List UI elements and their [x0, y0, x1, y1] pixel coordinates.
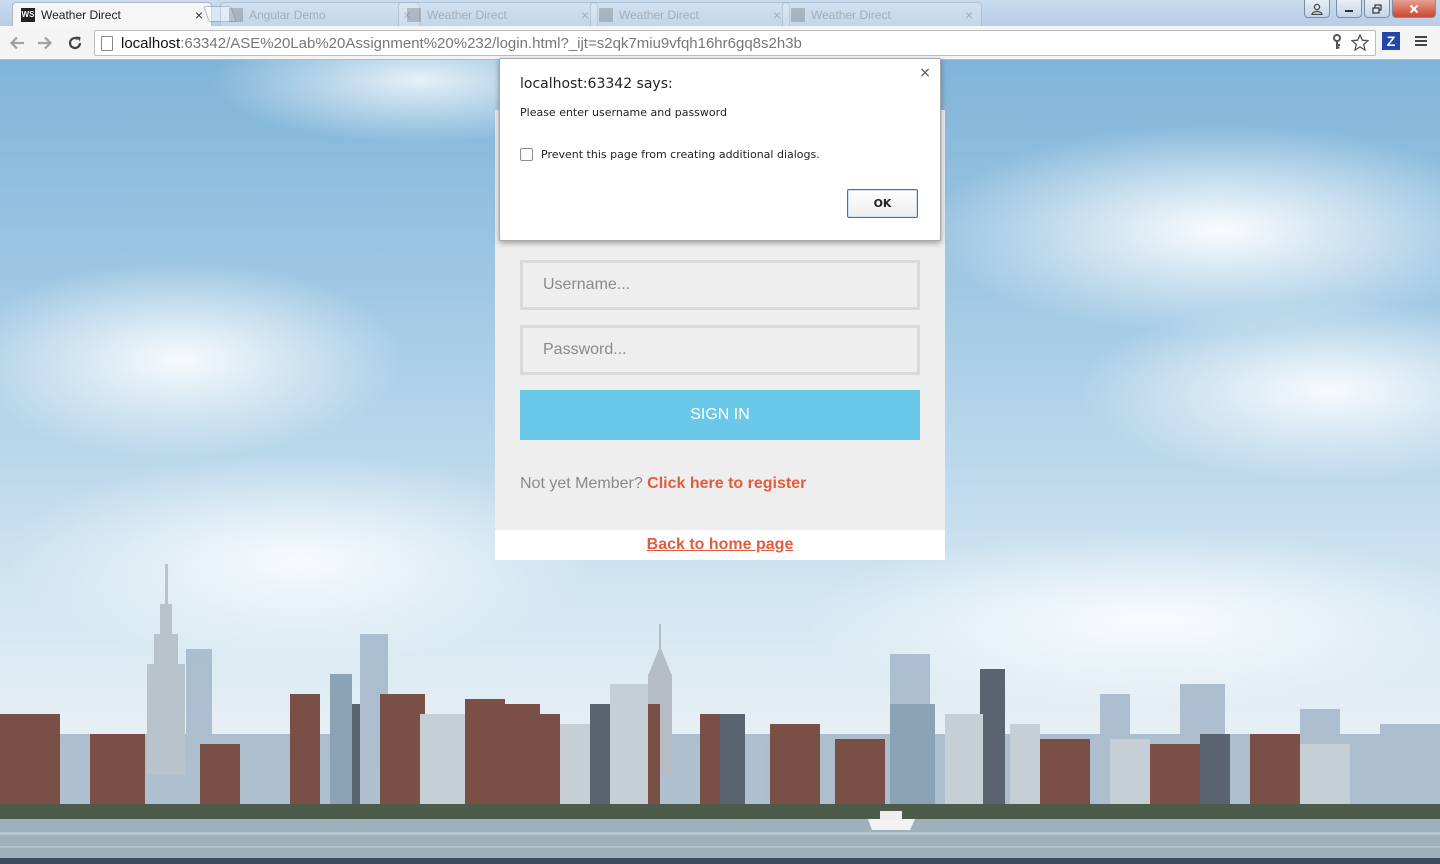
- tab-close-icon[interactable]: ×: [195, 7, 203, 23]
- back-link-strip: Back to home page: [495, 530, 945, 560]
- taskbar-edge: [0, 858, 1440, 864]
- back-to-home-link[interactable]: Back to home page: [647, 536, 794, 554]
- hamburger-menu-icon: [1415, 36, 1427, 46]
- back-arrow-icon: [9, 36, 24, 50]
- webstorm-favicon-icon: WS: [21, 7, 35, 22]
- tab-weather-direct[interactable]: WS Weather Direct ×: [12, 2, 212, 26]
- page-icon: [101, 35, 113, 51]
- address-bar[interactable]: localhost:63342/ASE%20Lab%20Assignment%2…: [94, 30, 1376, 56]
- tab-ghost[interactable]: Angular Demo ×: [220, 2, 420, 26]
- omnibox-icons: [1331, 34, 1369, 51]
- profile-button[interactable]: [1304, 0, 1330, 18]
- register-link[interactable]: Click here to register: [647, 475, 806, 492]
- minimize-icon: [1345, 9, 1353, 12]
- tab-ghost[interactable]: Weather Direct ×: [398, 2, 598, 26]
- dialog-title: localhost:63342 says:: [520, 76, 673, 92]
- user-icon: [1311, 3, 1323, 15]
- tab-close-icon[interactable]: ×: [965, 7, 973, 23]
- page-favicon-icon: [791, 7, 805, 22]
- prevent-dialogs-label: Prevent this page from creating addition…: [541, 148, 820, 161]
- key-icon[interactable]: [1331, 34, 1343, 50]
- forward-button[interactable]: [34, 32, 56, 54]
- tab-title: Weather Direct: [41, 7, 121, 22]
- reload-button[interactable]: [64, 32, 86, 54]
- browser-menu-button[interactable]: [1414, 32, 1428, 53]
- tab-title: Weather Direct: [619, 7, 699, 22]
- password-input[interactable]: [520, 325, 920, 375]
- bookmark-star-icon[interactable]: [1351, 34, 1369, 51]
- register-prompt-text: Not yet Member?: [520, 475, 648, 492]
- page-favicon-icon: [407, 7, 421, 22]
- alert-dialog: × localhost:63342 says: Please enter use…: [499, 58, 941, 241]
- window-close-button[interactable]: [1392, 0, 1436, 18]
- zotero-extension-icon[interactable]: Z: [1382, 32, 1400, 50]
- tab-close-icon[interactable]: ×: [581, 7, 589, 23]
- city-skyline-background: [0, 564, 1440, 864]
- dialog-message: Please enter username and password: [520, 106, 727, 119]
- minimize-button[interactable]: [1336, 0, 1362, 18]
- ok-button[interactable]: OK: [847, 189, 918, 218]
- restore-icon: [1372, 3, 1382, 14]
- close-icon: [1409, 4, 1419, 13]
- tab-title: Weather Direct: [427, 7, 507, 22]
- tab-title: Angular Demo: [249, 7, 326, 22]
- username-input[interactable]: [520, 260, 920, 310]
- register-prompt: Not yet Member? Click here to register: [520, 475, 806, 493]
- url-host: localhost: [121, 34, 181, 52]
- dialog-close-icon[interactable]: ×: [919, 65, 931, 81]
- tab-title: Weather Direct: [811, 7, 891, 22]
- tab-ghost[interactable]: Weather Direct ×: [782, 2, 982, 26]
- browser-toolbar: localhost:63342/ASE%20Lab%20Assignment%2…: [0, 26, 1440, 60]
- tab-ghost[interactable]: Weather Direct ×: [590, 2, 790, 26]
- page-favicon-icon: [599, 7, 613, 22]
- forward-arrow-icon: [38, 36, 53, 50]
- back-button[interactable]: [6, 32, 28, 54]
- sign-in-button[interactable]: SIGN IN: [520, 390, 920, 440]
- restore-button[interactable]: [1364, 0, 1390, 18]
- window-controls: [1304, 0, 1436, 18]
- reload-icon: [68, 36, 82, 50]
- browser-tabstrip: WS Weather Direct × Angular Demo × Weath…: [0, 0, 1440, 26]
- tab-close-icon[interactable]: ×: [773, 7, 781, 23]
- prevent-dialogs-checkbox[interactable]: [520, 148, 533, 161]
- page-favicon-icon: [229, 7, 243, 22]
- url-path: :63342/ASE%20Lab%20Assignment%20%232/log…: [180, 34, 802, 52]
- prevent-dialogs-option[interactable]: Prevent this page from creating addition…: [520, 148, 820, 161]
